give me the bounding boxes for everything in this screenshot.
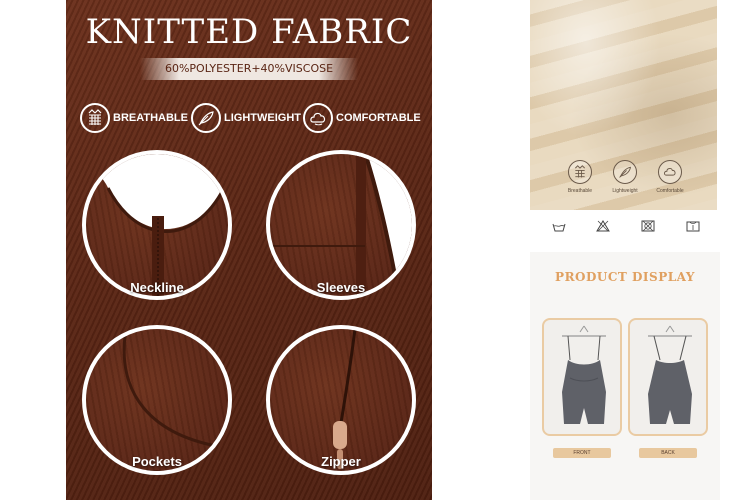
breathable-icon bbox=[80, 103, 110, 133]
no-tumble-dry-icon bbox=[641, 220, 655, 232]
cloud-icon bbox=[303, 103, 333, 133]
care-hang-dry bbox=[678, 217, 708, 238]
no-bleach-icon bbox=[596, 220, 610, 232]
mini-feature-lightweight: Lightweight bbox=[605, 160, 645, 194]
care-no-tumble-dry bbox=[633, 217, 663, 238]
zipper-detail-image bbox=[266, 325, 416, 475]
product-back-image bbox=[628, 318, 708, 436]
mini-feature-label: Comfortable bbox=[656, 188, 684, 194]
mini-feature-breathable: Breathable bbox=[560, 160, 600, 194]
pockets-label: Pockets bbox=[132, 454, 182, 469]
fabric-closeup-panel: Breathable Lightweight Comfortable bbox=[530, 0, 750, 245]
sleeves-label: Sleeves bbox=[316, 280, 366, 295]
cloud-icon bbox=[658, 160, 682, 184]
feather-icon bbox=[191, 103, 221, 133]
back-tag: BACK bbox=[639, 448, 697, 458]
feather-icon bbox=[613, 160, 637, 184]
feature-label: LIGHTWEIGHT bbox=[224, 112, 301, 124]
mini-feature-label: Lightweight bbox=[612, 188, 638, 194]
hang-dry-icon bbox=[686, 221, 700, 232]
panel-title: KNITTED FABRIC bbox=[85, 12, 413, 52]
mini-feature-label: Breathable bbox=[567, 188, 593, 194]
neckline-label: Neckline bbox=[130, 280, 184, 295]
feature-label: COMFORTABLE bbox=[336, 112, 421, 124]
knitted-fabric-panel: KNITTED FABRIC 60%POLYESTER+40%VISCOSE B… bbox=[66, 0, 432, 500]
product-front-image bbox=[542, 318, 622, 436]
neckline-detail-image bbox=[82, 150, 232, 300]
feature-breathable: BREATHABLE bbox=[80, 101, 188, 135]
sleeves-detail-image bbox=[266, 150, 416, 300]
pockets-detail-image bbox=[82, 325, 232, 475]
zipper-label: Zipper bbox=[321, 454, 361, 469]
product-display-panel: PRODUCT DISPLAY FRONT BACK bbox=[530, 252, 720, 500]
care-no-bleach bbox=[588, 217, 618, 238]
feature-label: BREATHABLE bbox=[113, 112, 188, 124]
mini-feature-comfortable: Comfortable bbox=[650, 160, 690, 194]
feature-comfortable: COMFORTABLE bbox=[303, 101, 421, 135]
product-display-title: PRODUCT DISPLAY bbox=[555, 270, 695, 284]
breathable-icon bbox=[568, 160, 592, 184]
composition-banner: 60%POLYESTER+40%VISCOSE bbox=[140, 58, 358, 80]
feature-lightweight: LIGHTWEIGHT bbox=[191, 101, 301, 135]
wash-icon bbox=[552, 223, 566, 232]
care-wash bbox=[544, 217, 574, 238]
front-tag: FRONT bbox=[553, 448, 611, 458]
